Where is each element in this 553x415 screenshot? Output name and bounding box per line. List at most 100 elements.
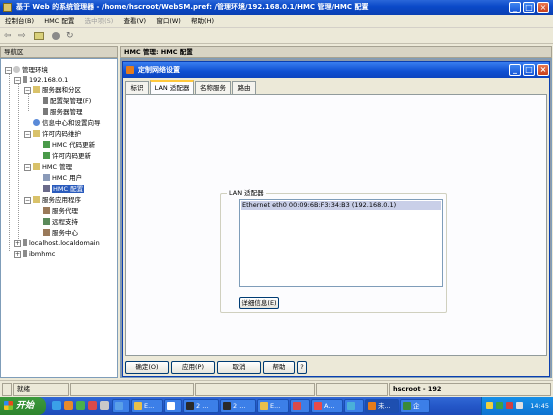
collapse-toggle[interactable]: − <box>24 164 31 171</box>
cancel-button[interactable]: 取消 <box>217 361 261 374</box>
frame-icon <box>43 97 48 104</box>
update-icon <box>43 141 50 148</box>
maximize-button[interactable]: □ <box>523 2 535 13</box>
folder-icon[interactable] <box>34 32 44 40</box>
start-button[interactable]: 开始 <box>0 397 46 415</box>
collapse-toggle[interactable]: − <box>5 67 12 74</box>
taskbar-button[interactable] <box>344 399 364 413</box>
server-icon <box>43 108 48 115</box>
status-cell <box>316 383 388 396</box>
status-cell <box>70 383 194 396</box>
tree-item-hmc-code-update[interactable]: HMC 代码更新 <box>43 140 95 150</box>
tree-item-service-agent[interactable]: 服务代理 <box>43 206 78 216</box>
taskbar-button[interactable]: A... <box>311 399 343 413</box>
app-icon <box>347 402 355 410</box>
tree-item-managed-env[interactable]: 管理环境 <box>13 65 48 75</box>
status-cell <box>195 383 315 396</box>
tree-item-host[interactable]: 192.168.0.1 <box>23 75 68 85</box>
taskbar-button-active[interactable]: 未... <box>365 399 399 413</box>
taskbar-button[interactable] <box>290 399 310 413</box>
quicklaunch-icon[interactable] <box>88 401 97 410</box>
minimize-button[interactable]: _ <box>509 2 521 13</box>
taskbar-button[interactable] <box>164 399 182 413</box>
tree-item-hmc-config[interactable]: HMC 配置 <box>43 184 85 194</box>
tray-icon[interactable] <box>506 402 513 409</box>
status-text: 就绪 <box>13 383 69 396</box>
taskbar-button[interactable]: E... <box>131 399 163 413</box>
menu-help[interactable]: 帮助(H) <box>188 15 217 28</box>
tree-item-ibmhmc[interactable]: ibmhmc <box>23 249 55 259</box>
collapse-toggle[interactable]: − <box>14 77 21 84</box>
tree-item-localhost[interactable]: localhost.localdomain <box>23 238 100 248</box>
refresh-icon[interactable]: ↻ <box>66 31 74 41</box>
tray-icon[interactable] <box>496 402 503 409</box>
collapse-toggle[interactable]: − <box>24 131 31 138</box>
menu-selected[interactable]: 选中项(S) <box>82 15 117 28</box>
adapter-list[interactable]: Ethernet eth0 00:09:6B:F3:34:B3 (192.168… <box>239 199 443 287</box>
update-icon <box>43 152 50 159</box>
expand-toggle[interactable]: + <box>14 251 21 258</box>
stop-icon[interactable] <box>52 32 60 40</box>
tab-identification[interactable]: 标识 <box>125 81 149 94</box>
dialog-maximize-button[interactable]: □ <box>523 64 535 76</box>
tree-item-remote-support[interactable]: 远程支持 <box>43 217 78 227</box>
globe-icon <box>13 66 20 73</box>
tree-item-service-apps[interactable]: 服务应用程序 <box>33 195 81 205</box>
quicklaunch-icon[interactable] <box>76 401 85 410</box>
tab-name-services[interactable]: 名称服务 <box>195 81 231 94</box>
taskbar-button[interactable]: 企 <box>400 399 430 413</box>
wrench-icon <box>43 207 50 214</box>
tab-lan-adapter[interactable]: LAN 适配器 <box>150 80 194 94</box>
tree-item-info-center[interactable]: 信息中心和设置向导 <box>33 118 101 128</box>
tree-item-licensed-code-update[interactable]: 许可内码更新 <box>43 151 91 161</box>
dialog-close-button[interactable]: × <box>537 64 549 76</box>
taskbar-button[interactable]: 2 ... <box>183 399 219 413</box>
start-label: 开始 <box>16 401 35 411</box>
folder-icon <box>33 86 40 93</box>
list-item[interactable]: Ethernet eth0 00:09:6B:F3:34:B3 (192.168… <box>241 201 441 210</box>
quicklaunch-icon[interactable] <box>100 401 109 410</box>
tree-item-frame-mgmt[interactable]: 配置架管理(F) <box>43 96 91 106</box>
forward-arrow-icon[interactable]: ⇨ <box>18 31 26 41</box>
apply-button[interactable]: 应用(P) <box>171 361 215 374</box>
volume-icon[interactable] <box>516 402 523 409</box>
clock[interactable]: 14:45 <box>530 397 549 415</box>
taskbar-button[interactable]: E... <box>257 399 289 413</box>
status-user: hscroot - 192 <box>389 383 551 396</box>
context-help-button[interactable]: ? <box>297 361 307 374</box>
quicklaunch-ie-icon[interactable] <box>52 401 61 410</box>
lan-adapter-group: LAN 适配器 Ethernet eth0 00:09:6B:F3:34:B3 … <box>220 189 447 313</box>
menu-window[interactable]: 窗口(W) <box>153 15 184 28</box>
tree-item-server-mgmt[interactable]: 服务器管理 <box>43 107 83 117</box>
folder-icon <box>33 163 40 170</box>
status-icon <box>2 383 12 396</box>
tree-item-service-center[interactable]: 服务中心 <box>43 228 78 238</box>
window-title-bar[interactable]: 基于 Web 的系统管理器 - /home/hscroot/WebSM.pref… <box>0 0 553 15</box>
java-icon <box>368 402 376 410</box>
quicklaunch-icon[interactable] <box>64 401 73 410</box>
taskbar-button[interactable]: 2 ... <box>220 399 256 413</box>
app-icon <box>134 402 142 410</box>
help-button[interactable]: 帮助 <box>263 361 295 374</box>
network-settings-dialog: 定制网络设置 _ □ × 标识 LAN 适配器 名称服务 路由 LAN 适配器 … <box>122 61 550 377</box>
menu-view[interactable]: 查看(V) <box>121 15 150 28</box>
menu-console[interactable]: 控制台(B) <box>2 15 37 28</box>
tree-item-hmc-users[interactable]: HMC 用户 <box>43 173 82 183</box>
back-arrow-icon[interactable]: ⇦ <box>4 31 12 41</box>
tree-item-servers-partitions[interactable]: 服务器和分区 <box>33 85 81 95</box>
expand-toggle[interactable]: + <box>14 240 21 247</box>
collapse-toggle[interactable]: − <box>24 197 31 204</box>
tray-icon[interactable] <box>486 402 493 409</box>
wrench-icon <box>43 229 50 236</box>
tab-routing[interactable]: 路由 <box>232 81 256 94</box>
tree-item-licensed-code[interactable]: 许可内码维护 <box>33 129 81 139</box>
close-button[interactable]: × <box>537 2 549 13</box>
collapse-toggle[interactable]: − <box>24 87 31 94</box>
tree-item-hmc-mgmt[interactable]: HMC 管理 <box>33 162 72 172</box>
menu-hmc-config[interactable]: HMC 配置 <box>41 15 77 28</box>
taskbar-button[interactable] <box>112 399 130 413</box>
details-button[interactable]: 详细信息(E) <box>239 297 279 309</box>
dialog-minimize-button[interactable]: _ <box>509 64 521 76</box>
ok-button[interactable]: 确定(O) <box>125 361 169 374</box>
dialog-title-bar[interactable]: 定制网络设置 _ □ × <box>123 62 549 78</box>
